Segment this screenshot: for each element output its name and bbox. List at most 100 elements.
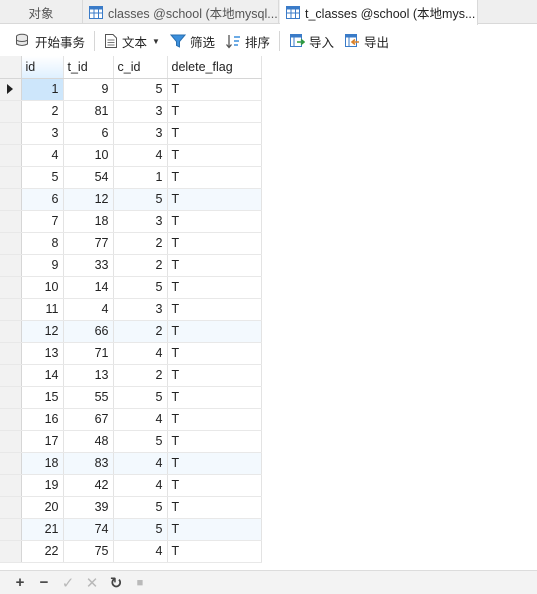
table-row[interactable]: 21 74 5 T (0, 518, 262, 541)
row-header[interactable] (0, 166, 22, 189)
import-button[interactable]: 导入 (284, 29, 339, 53)
table-row[interactable]: 2 81 3 T (0, 100, 262, 123)
cell-id[interactable]: 16 (21, 408, 64, 431)
tab-classes[interactable]: classes @school (本地mysql... (83, 0, 279, 24)
sort-button[interactable]: 排序 (220, 29, 275, 53)
row-header[interactable] (0, 342, 22, 365)
row-header[interactable] (0, 100, 22, 123)
cell-delete-flag[interactable]: T (167, 298, 262, 321)
cell-c-id[interactable]: 3 (113, 122, 168, 145)
cell-id[interactable]: 21 (21, 518, 64, 541)
cell-t-id[interactable]: 13 (63, 364, 114, 387)
refresh-button[interactable]: ↻ (106, 573, 126, 593)
table-row[interactable]: 19 42 4 T (0, 474, 262, 497)
table-row[interactable]: 4 10 4 T (0, 144, 262, 167)
cell-c-id[interactable]: 3 (113, 210, 168, 233)
cell-delete-flag[interactable]: T (167, 452, 262, 475)
column-header-t-id[interactable]: t_id (63, 56, 114, 79)
table-row[interactable]: 11 4 3 T (0, 298, 262, 321)
table-row[interactable]: 7 18 3 T (0, 210, 262, 233)
table-row[interactable]: 6 12 5 T (0, 188, 262, 211)
row-header[interactable] (0, 210, 22, 233)
cell-id[interactable]: 9 (21, 254, 64, 277)
cell-c-id[interactable]: 5 (113, 430, 168, 453)
cell-t-id[interactable]: 14 (63, 276, 114, 299)
cell-delete-flag[interactable]: T (167, 540, 262, 563)
cell-id[interactable]: 20 (21, 496, 64, 519)
column-header-c-id[interactable]: c_id (113, 56, 168, 79)
cell-t-id[interactable]: 66 (63, 320, 114, 343)
discard-changes-button[interactable]: ✕ (82, 573, 102, 593)
cell-c-id[interactable]: 2 (113, 254, 168, 277)
cell-id[interactable]: 11 (21, 298, 64, 321)
cell-id[interactable]: 4 (21, 144, 64, 167)
cell-t-id[interactable]: 6 (63, 122, 114, 145)
cell-c-id[interactable]: 2 (113, 320, 168, 343)
add-record-button[interactable]: + (10, 573, 30, 593)
cell-delete-flag[interactable]: T (167, 320, 262, 343)
cell-c-id[interactable]: 5 (113, 188, 168, 211)
row-header[interactable] (0, 452, 22, 475)
cell-t-id[interactable]: 81 (63, 100, 114, 123)
cell-delete-flag[interactable]: T (167, 408, 262, 431)
row-header[interactable] (0, 518, 22, 541)
cell-id[interactable]: 1 (21, 78, 64, 101)
cell-delete-flag[interactable]: T (167, 276, 262, 299)
table-row[interactable]: 17 48 5 T (0, 430, 262, 453)
cell-id[interactable]: 18 (21, 452, 64, 475)
cell-delete-flag[interactable]: T (167, 518, 262, 541)
cell-delete-flag[interactable]: T (167, 386, 262, 409)
row-header[interactable] (0, 408, 22, 431)
cell-c-id[interactable]: 5 (113, 496, 168, 519)
table-row[interactable]: 9 33 2 T (0, 254, 262, 277)
cell-id[interactable]: 13 (21, 342, 64, 365)
table-row[interactable]: 20 39 5 T (0, 496, 262, 519)
cell-c-id[interactable]: 1 (113, 166, 168, 189)
cell-delete-flag[interactable]: T (167, 100, 262, 123)
filter-button[interactable]: 筛选 (165, 29, 220, 53)
row-header[interactable] (0, 386, 22, 409)
row-header[interactable] (0, 232, 22, 255)
cell-c-id[interactable]: 4 (113, 144, 168, 167)
cell-delete-flag[interactable]: T (167, 166, 262, 189)
cell-t-id[interactable]: 10 (63, 144, 114, 167)
column-header-id[interactable]: id (21, 56, 64, 79)
cell-delete-flag[interactable]: T (167, 430, 262, 453)
cell-id[interactable]: 12 (21, 320, 64, 343)
table-row[interactable]: 14 13 2 T (0, 364, 262, 387)
cell-c-id[interactable]: 2 (113, 232, 168, 255)
cell-t-id[interactable]: 67 (63, 408, 114, 431)
cell-delete-flag[interactable]: T (167, 496, 262, 519)
cell-t-id[interactable]: 33 (63, 254, 114, 277)
cell-id[interactable]: 2 (21, 100, 64, 123)
cell-c-id[interactable]: 4 (113, 408, 168, 431)
cell-c-id[interactable]: 4 (113, 540, 168, 563)
cell-delete-flag[interactable]: T (167, 188, 262, 211)
cell-t-id[interactable]: 4 (63, 298, 114, 321)
table-row[interactable]: 10 14 5 T (0, 276, 262, 299)
cell-id[interactable]: 6 (21, 188, 64, 211)
cell-t-id[interactable]: 77 (63, 232, 114, 255)
cell-id[interactable]: 8 (21, 232, 64, 255)
cell-t-id[interactable]: 12 (63, 188, 114, 211)
tab-objects[interactable]: 对象 (0, 0, 83, 24)
cell-t-id[interactable]: 83 (63, 452, 114, 475)
cell-c-id[interactable]: 5 (113, 386, 168, 409)
row-header[interactable] (0, 320, 22, 343)
cell-delete-flag[interactable]: T (167, 122, 262, 145)
column-header-delete-flag[interactable]: delete_flag (167, 56, 262, 79)
cell-delete-flag[interactable]: T (167, 342, 262, 365)
row-header[interactable] (0, 78, 22, 101)
row-header[interactable] (0, 254, 22, 277)
cell-t-id[interactable]: 9 (63, 78, 114, 101)
cell-t-id[interactable]: 75 (63, 540, 114, 563)
cell-c-id[interactable]: 3 (113, 100, 168, 123)
table-row[interactable]: 13 71 4 T (0, 342, 262, 365)
begin-transaction-button[interactable]: 开始事务 (10, 29, 90, 53)
export-button[interactable]: 导出 (339, 29, 394, 53)
chevron-down-icon[interactable]: ▼ (152, 37, 160, 46)
row-header[interactable] (0, 188, 22, 211)
cell-id[interactable]: 17 (21, 430, 64, 453)
table-row[interactable]: 12 66 2 T (0, 320, 262, 343)
text-button[interactable]: 文本 ▼ (99, 29, 165, 53)
